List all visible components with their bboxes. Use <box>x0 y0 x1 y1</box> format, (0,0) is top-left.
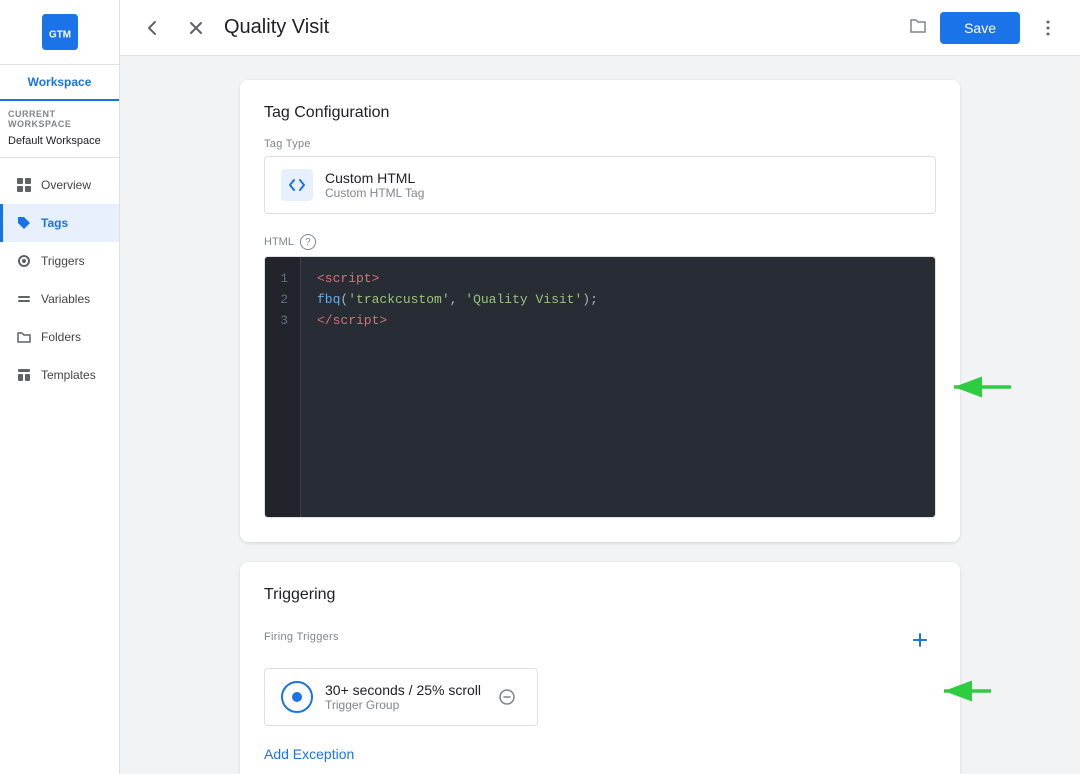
sidebar-item-label: Tags <box>41 216 68 230</box>
triggering-header: Triggering <box>264 586 936 620</box>
sidebar-item-label: Folders <box>41 330 81 344</box>
sidebar-item-label: Triggers <box>41 254 85 268</box>
sidebar-item-label: Overview <box>41 178 91 192</box>
html-label: HTML <box>264 236 294 248</box>
line-num-2: 2 <box>276 290 292 311</box>
svg-text:GTM: GTM <box>49 29 71 40</box>
tag-type-sub: Custom HTML Tag <box>325 186 424 200</box>
sidebar-item-overview[interactable]: Overview <box>0 166 119 204</box>
trigger-circle-icon <box>281 681 313 713</box>
workspace-tab[interactable]: Workspace <box>0 65 119 101</box>
page-title: Quality Visit <box>224 16 896 39</box>
help-icon[interactable]: ? <box>300 234 316 250</box>
sidebar-item-triggers[interactable]: Triggers <box>0 242 119 280</box>
firing-triggers-label: Firing Triggers <box>264 631 339 643</box>
content-area: Tag Configuration Tag Type Custom HTML C… <box>120 56 1080 774</box>
variable-icon <box>15 290 33 308</box>
trigger-type: Trigger Group <box>325 698 481 712</box>
add-exception-button[interactable]: Add Exception <box>264 738 354 762</box>
trigger-item[interactable]: 30+ seconds / 25% scroll Trigger Group <box>264 668 538 726</box>
close-button[interactable] <box>180 12 212 44</box>
template-icon <box>15 366 33 384</box>
sidebar-item-variables[interactable]: Variables <box>0 280 119 318</box>
current-workspace-label: CURRENT WORKSPACE <box>0 101 119 131</box>
tag-type-info: Custom HTML Custom HTML Tag <box>325 170 424 200</box>
overview-icon <box>15 176 33 194</box>
line-numbers: 1 2 3 <box>265 257 301 517</box>
trigger-info: 30+ seconds / 25% scroll Trigger Group <box>325 682 481 712</box>
code-content[interactable]: <script> fbq('trackcustom', 'Quality Vis… <box>301 257 935 517</box>
triggering-card: Triggering Firing Triggers 30+ seconds /… <box>240 562 960 774</box>
add-trigger-button[interactable] <box>904 624 936 656</box>
triggering-title: Triggering <box>264 586 335 604</box>
tag-icon <box>15 214 33 232</box>
gtm-logo: GTM <box>42 14 78 50</box>
remove-trigger-button[interactable] <box>493 683 521 711</box>
code-editor-wrapper: 1 2 3 <script> fbq('trackcustom', 'Quali… <box>264 256 936 518</box>
trigger-name: 30+ seconds / 25% scroll <box>325 682 481 698</box>
line-num-1: 1 <box>276 269 292 290</box>
folder-outline-icon[interactable] <box>908 15 928 40</box>
tag-type-selector[interactable]: Custom HTML Custom HTML Tag <box>264 156 936 214</box>
sidebar-item-templates[interactable]: Templates <box>0 356 119 394</box>
save-button[interactable]: Save <box>940 12 1020 44</box>
line-num-3: 3 <box>276 311 292 332</box>
code-bracket-icon <box>281 169 313 201</box>
sidebar-item-tags[interactable]: Tags <box>0 204 119 242</box>
code-arrow-annotation <box>946 367 1016 407</box>
sidebar-nav: Overview Tags Triggers Variables Folders <box>0 158 119 394</box>
tag-config-title: Tag Configuration <box>264 104 936 122</box>
trigger-icon <box>15 252 33 270</box>
tag-configuration-card: Tag Configuration Tag Type Custom HTML C… <box>240 80 960 542</box>
main-area: Quality Visit Save Tag Configuration Tag… <box>120 0 1080 774</box>
folder-icon <box>15 328 33 346</box>
html-code-editor[interactable]: 1 2 3 <script> fbq('trackcustom', 'Quali… <box>264 256 936 518</box>
trigger-dot <box>292 692 302 702</box>
workspace-name: Default Workspace <box>0 131 119 158</box>
trigger-row-wrapper: 30+ seconds / 25% scroll Trigger Group <box>264 656 936 726</box>
trigger-arrow-annotation <box>936 673 996 709</box>
sidebar-item-folders[interactable]: Folders <box>0 318 119 356</box>
back-button[interactable] <box>136 12 168 44</box>
sidebar-header: GTM <box>0 0 119 65</box>
sidebar: GTM Workspace CURRENT WORKSPACE Default … <box>0 0 120 774</box>
sidebar-item-label: Variables <box>41 292 90 306</box>
tag-type-label: Tag Type <box>264 138 936 150</box>
more-options-button[interactable] <box>1032 12 1064 44</box>
html-label-row: HTML ? <box>264 234 936 250</box>
sidebar-item-label: Templates <box>41 368 96 382</box>
topbar: Quality Visit Save <box>120 0 1080 56</box>
tag-type-name: Custom HTML <box>325 170 424 186</box>
